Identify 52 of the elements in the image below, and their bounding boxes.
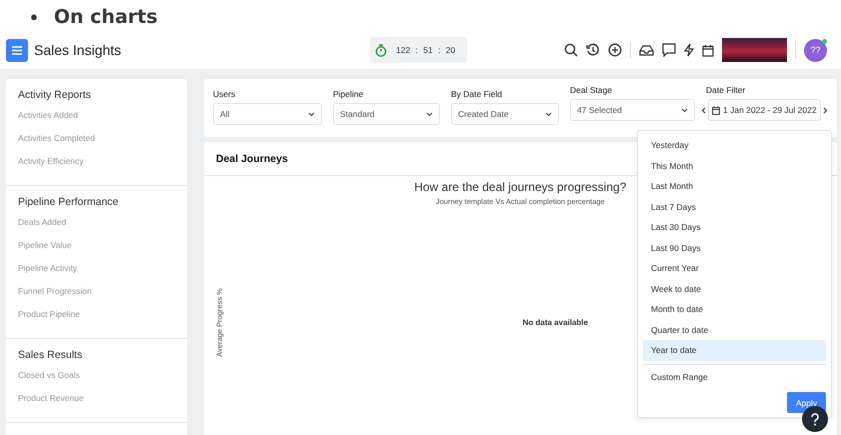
menu-option[interactable]: This Month xyxy=(643,156,826,176)
chevron-down-icon xyxy=(545,112,552,116)
card-title: Deal Journeys xyxy=(216,152,288,164)
filter-label: Date Filter xyxy=(706,85,746,95)
menu-option[interactable]: Last 30 Days xyxy=(643,217,826,238)
select-field[interactable]: 47 Selected xyxy=(570,99,695,121)
menu-button[interactable] xyxy=(6,38,28,62)
select-field[interactable]: Standard xyxy=(333,103,440,125)
filter-label: Pipeline xyxy=(333,89,364,99)
menu-option[interactable]: Current Year xyxy=(643,258,826,278)
menu-option[interactable]: Month to date xyxy=(643,299,826,320)
section-title: Activity Reports xyxy=(18,89,92,101)
chart-title: How are the deal journeys progressing? xyxy=(414,180,626,194)
heading-text: On charts xyxy=(54,6,158,28)
chat-icon[interactable] xyxy=(662,43,676,57)
menu-option[interactable]: Last 90 Days xyxy=(643,238,826,258)
menu-option[interactable]: Week to date xyxy=(643,278,826,299)
menu-option[interactable]: Year to date xyxy=(643,340,826,360)
stopwatch-icon xyxy=(375,44,387,56)
chevron-left-icon[interactable] xyxy=(701,106,706,114)
menu-option[interactable]: Last 7 Days xyxy=(643,196,826,217)
section-title: Sales Results xyxy=(18,349,84,361)
filter-label: By Date Field xyxy=(451,89,504,99)
filter-label: Users xyxy=(213,89,236,99)
section-title: Pipeline Performance xyxy=(18,196,120,208)
date-range-field[interactable]: 1 Jan 2022 - 29 Jul 2022 xyxy=(708,99,821,121)
chevron-down-icon xyxy=(426,112,433,116)
calendar-icon xyxy=(712,106,720,114)
chevron-down-icon xyxy=(308,112,315,116)
menu-option[interactable]: Custom Range xyxy=(643,366,826,387)
select-field[interactable]: Created Date xyxy=(451,103,559,125)
select-field[interactable]: All xyxy=(213,103,322,125)
chevron-right-icon[interactable] xyxy=(822,106,828,114)
timer-value: 122 : 51 : 20 xyxy=(396,45,456,55)
add-icon[interactable] xyxy=(608,43,622,57)
menu-option[interactable]: Last Month xyxy=(643,176,826,196)
filter-label: Deal Stage xyxy=(570,85,614,95)
app-title: Sales Insights xyxy=(34,42,122,58)
inbox-icon[interactable] xyxy=(639,44,654,56)
chevron-down-icon xyxy=(681,108,688,112)
avatar[interactable]: ?? xyxy=(804,38,827,62)
menu-option[interactable]: Quarter to date xyxy=(643,320,826,340)
menu-icon xyxy=(12,46,22,54)
bullet: ● xyxy=(30,9,38,24)
history-icon[interactable] xyxy=(586,43,600,57)
menu-option[interactable]: Yesterday xyxy=(643,135,826,156)
photo-placeholder xyxy=(722,38,787,62)
help-icon xyxy=(810,412,820,426)
lightning-icon[interactable] xyxy=(684,43,694,57)
empty-message: No data available xyxy=(522,318,588,326)
calendar-icon[interactable] xyxy=(702,44,714,56)
search-icon[interactable] xyxy=(564,43,578,57)
